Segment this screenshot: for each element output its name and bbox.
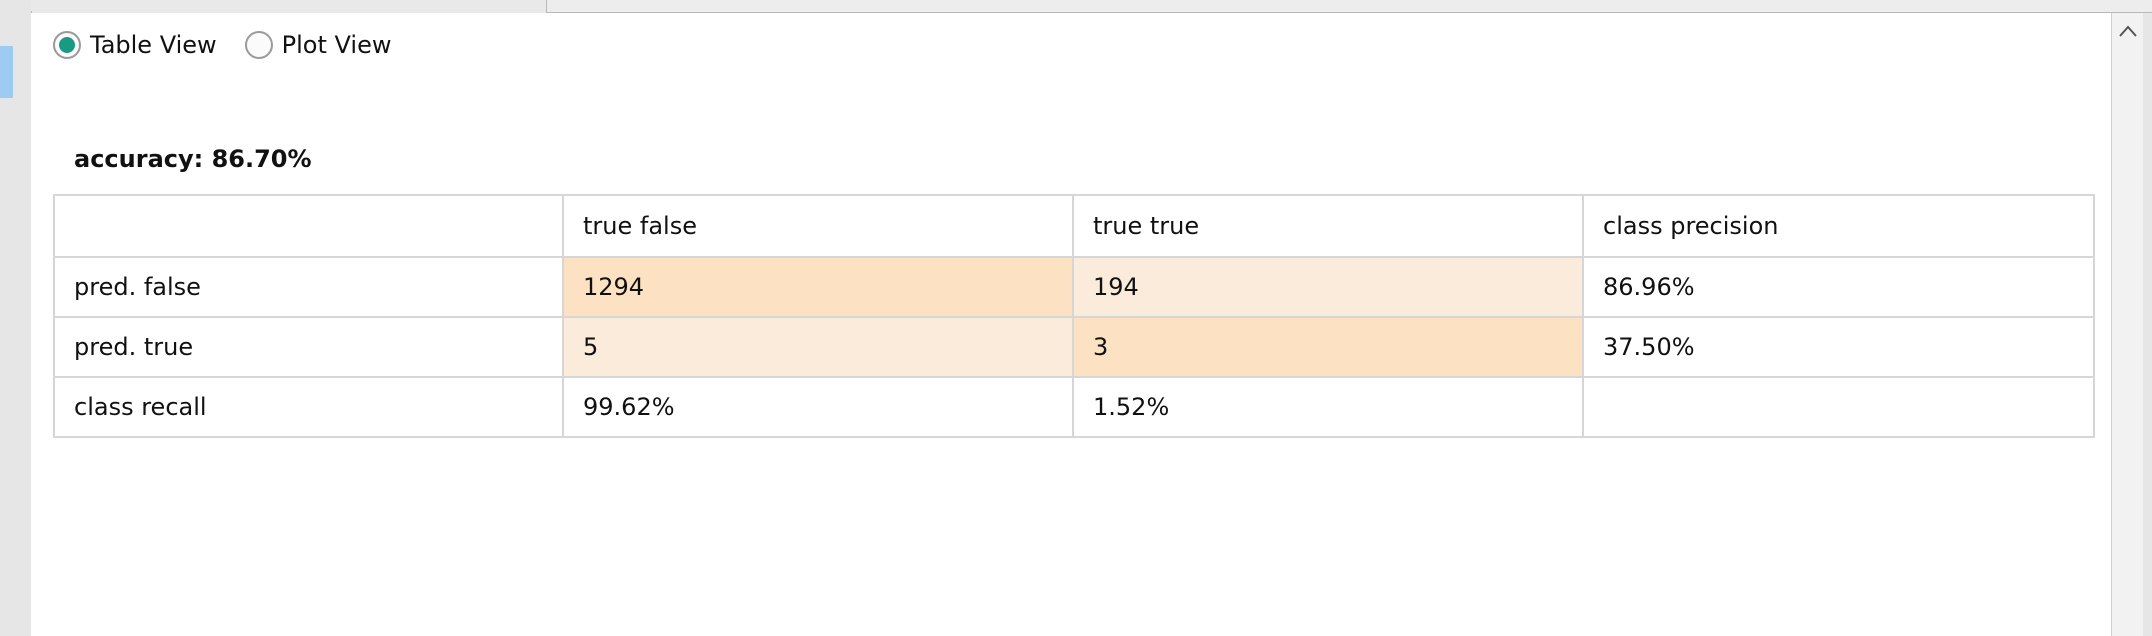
- header-class-precision: class precision: [1582, 194, 2095, 258]
- table-row: class recall 99.62% 1.52%: [53, 376, 2095, 438]
- scrollbar-track[interactable]: [2118, 53, 2138, 633]
- table-row: pred. true 5 3 37.50%: [53, 316, 2095, 378]
- cell-pred-true-true-false: 5: [562, 316, 1074, 378]
- plot-view-label[interactable]: Plot View: [282, 31, 392, 59]
- cell-recall-empty: [1582, 376, 2095, 438]
- confusion-matrix-table: true false true true class precision pre…: [53, 194, 2095, 438]
- cell-recall-true-true: 1.52%: [1072, 376, 1584, 438]
- radio-unselected-icon[interactable]: [244, 31, 273, 59]
- table-view-label[interactable]: Table View: [90, 31, 217, 59]
- cell-pred-true-precision: 37.50%: [1582, 316, 2095, 378]
- table-header-row: true false true true class precision: [53, 194, 2095, 258]
- cell-recall-true-false: 99.62%: [562, 376, 1074, 438]
- sidebar-selection-highlight[interactable]: [0, 46, 13, 98]
- radio-dot: [59, 37, 75, 53]
- row-label-pred-true: pred. true: [53, 316, 564, 378]
- table-view-radio[interactable]: Table View: [53, 31, 217, 59]
- cell-pred-true-true-true: 3: [1072, 316, 1584, 378]
- vertical-scrollbar[interactable]: [2111, 13, 2144, 636]
- chevron-up-icon[interactable]: [2112, 13, 2144, 49]
- cell-pred-false-true-true: 194: [1072, 256, 1584, 318]
- header-true-true: true true: [1072, 194, 1584, 258]
- accuracy-label: accuracy: 86.70%: [74, 145, 312, 173]
- header-true-false: true false: [562, 194, 1074, 258]
- left-sidebar-strip: [0, 0, 32, 636]
- row-label-class-recall: class recall: [53, 376, 564, 438]
- right-edge-strip: [2143, 13, 2152, 636]
- performance-panel: Table View Plot View accuracy: 86.70% tr…: [31, 13, 2111, 636]
- cell-pred-false-true-false: 1294: [562, 256, 1074, 318]
- cell-pred-false-precision: 86.96%: [1582, 256, 2095, 318]
- view-toggle: Table View Plot View: [53, 31, 391, 59]
- table-row: pred. false 1294 194 86.96%: [53, 256, 2095, 318]
- radio-selected-icon[interactable]: [53, 31, 81, 59]
- row-label-pred-false: pred. false: [53, 256, 564, 318]
- top-bar-left: [31, 0, 547, 11]
- top-bar-right: [546, 0, 2152, 13]
- header-corner-cell: [53, 194, 564, 258]
- plot-view-radio[interactable]: Plot View: [244, 31, 392, 59]
